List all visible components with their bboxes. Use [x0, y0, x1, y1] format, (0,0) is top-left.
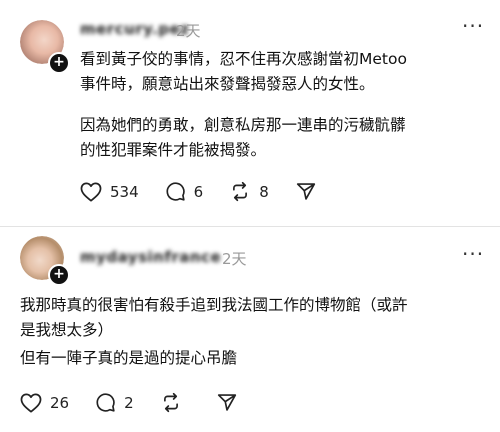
- repost-count: 8: [259, 182, 269, 201]
- send-icon: [296, 183, 315, 200]
- comment-count: 6: [193, 182, 204, 201]
- post-text-line: 我那時真的很害怕有殺手追到我法國工作的博物館（或許: [20, 296, 408, 314]
- heart-icon: [80, 182, 102, 201]
- post-text-line: 事件時，願意站出來發聲揭發惡人的女性。: [80, 75, 375, 93]
- action-bar: 26 2: [20, 392, 264, 413]
- like-count: 26: [50, 393, 70, 412]
- like-count: 534: [110, 182, 139, 201]
- action-bar: 534 6 8: [80, 181, 343, 202]
- plus-icon[interactable]: +: [48, 264, 70, 286]
- post-text-line: 但有一陣子真的是過的提心吊膽: [20, 349, 238, 367]
- like-button[interactable]: 534: [80, 182, 139, 202]
- share-button[interactable]: [295, 181, 317, 202]
- post-text-line: 的性犯罪案件才能被揭發。: [80, 141, 267, 159]
- post-1: + mercury.pez 2天 ··· 看到黃子佼的事情，忍不住再次感謝當初M…: [0, 0, 500, 230]
- repost-button[interactable]: 8: [229, 181, 269, 202]
- post-text-line: 看到黃子佼的事情，忍不住再次感謝當初Metoo: [80, 50, 407, 68]
- post-text-line: 因為她們的勇敢，創意私房那一連串的污穢骯髒: [80, 116, 406, 134]
- more-options-icon[interactable]: ···: [462, 14, 484, 38]
- comment-count: 2: [124, 393, 134, 412]
- more-options-icon[interactable]: ···: [462, 242, 484, 266]
- username[interactable]: mydaysinfrance: [80, 248, 221, 266]
- plus-icon[interactable]: +: [48, 52, 70, 74]
- post-text-line: 是我想太多）: [20, 321, 114, 339]
- repost-icon: [163, 392, 178, 413]
- heart-icon: [20, 393, 42, 412]
- username[interactable]: mercury.pez: [80, 20, 189, 38]
- repost-button[interactable]: [160, 392, 190, 413]
- comment-bubble-icon: [166, 182, 185, 201]
- like-button[interactable]: 26: [20, 393, 69, 413]
- repost-icon: [233, 181, 248, 202]
- timestamp: 2天: [176, 22, 201, 40]
- timestamp: 2天: [222, 250, 247, 268]
- post-2: + mydaysinfrance 2天 ··· 我那時真的很害怕有殺手追到我法國…: [0, 226, 500, 432]
- send-icon: [217, 394, 236, 411]
- comment-button[interactable]: 6: [165, 181, 204, 202]
- comment-button[interactable]: 2: [95, 392, 134, 413]
- comment-bubble-icon: [96, 393, 115, 412]
- share-button[interactable]: [216, 392, 238, 413]
